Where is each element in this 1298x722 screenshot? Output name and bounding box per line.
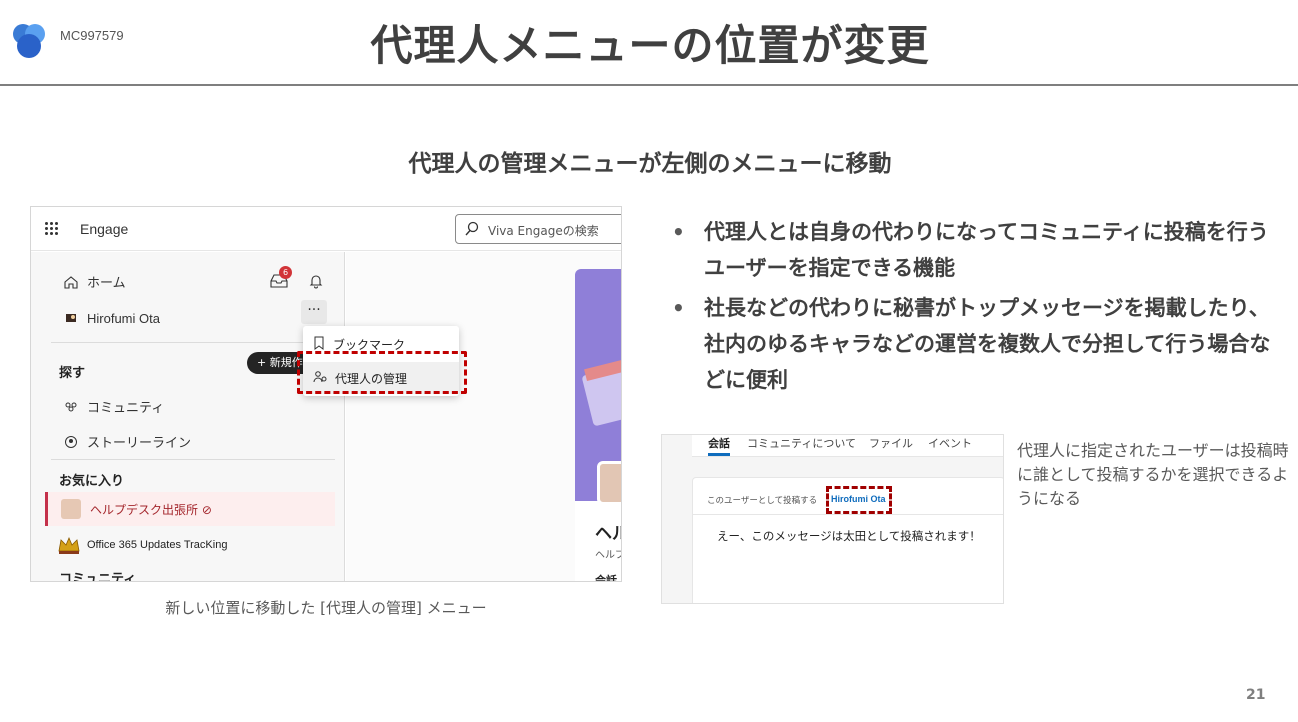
nav-home-label: ホーム	[87, 276, 126, 291]
post-message[interactable]: えー、このメッセージは太田として投稿されます！	[717, 528, 981, 544]
message-center-id: MC997579	[60, 28, 124, 43]
right-caption: 代理人に指定されたユーザーは投稿時に誰として投稿するかを選択できるようになる	[1017, 441, 1289, 508]
left-navigation: ホーム 6 Hirofumi Ota ··· 探す + 新規作 コミュニティ ス…	[31, 252, 347, 582]
community-avatar	[61, 499, 81, 519]
menu-item-bookmarks-label: ブックマーク	[333, 337, 406, 352]
favorite-helpdesk[interactable]: ヘルプデスク出張所 ⊘	[45, 492, 335, 526]
left-caption: 新しい位置に移動した [代理人の管理] メニュー	[165, 599, 487, 617]
app-name[interactable]: Engage	[80, 221, 128, 237]
user-avatar-icon	[63, 310, 79, 326]
tab-about[interactable]: コミュニティについて	[747, 435, 856, 451]
search-placeholder: Viva Engageの検索	[488, 224, 599, 238]
post-as-highlight	[826, 486, 892, 514]
bullet-text: 社長などの代わりに秘書がトップメッセージを掲載したり、社内のゆるキャラなどの運営…	[704, 296, 1271, 392]
nav-storyline[interactable]: ストーリーライン	[63, 432, 191, 451]
bullet-text: 代理人とは自身の代わりになってコミュニティに投稿を行うユーザーを指定できる機能	[704, 220, 1269, 280]
slide-title: 代理人メニューの位置が変更	[370, 21, 930, 70]
bullet-list: • 代理人とは自身の代わりになってコミュニティに投稿を行うユーザーを指定できる機…	[668, 214, 1278, 402]
card-tab[interactable]: 会話	[595, 572, 617, 581]
card-avatar	[597, 461, 621, 505]
bell-icon[interactable]	[308, 273, 324, 293]
notification-badge: 6	[279, 266, 292, 279]
nav-communities-label: コミュニティ	[87, 401, 165, 416]
engage-screenshot: Engage Viva Engageの検索 ホーム 6 Hirofumi Ota	[30, 206, 622, 582]
nav-user[interactable]: Hirofumi Ota	[63, 310, 160, 326]
bullet-item: • 代理人とは自身の代わりになってコミュニティに投稿を行うユーザーを指定できる機…	[668, 214, 1278, 286]
search-input[interactable]: Viva Engageの検索	[455, 214, 621, 244]
nav-divider	[51, 342, 335, 343]
nav-communities[interactable]: コミュニティ	[63, 397, 164, 416]
card-title: ヘル	[595, 524, 621, 544]
bookmark-icon	[313, 336, 325, 353]
community-tabs: 会話 コミュニティについて ファイル イベント	[692, 435, 1003, 457]
bullet-dot: •	[672, 220, 685, 244]
tab-files[interactable]: ファイル	[869, 435, 913, 451]
explore-heading: 探す	[59, 366, 86, 381]
engage-header: Engage Viva Engageの検索	[31, 207, 621, 251]
card-subtitle: ヘルプ	[595, 550, 622, 561]
community-card[interactable]: ヘル ヘルプ 会話	[575, 269, 622, 581]
bullet-item: • 社長などの代わりに秘書がトップメッセージを掲載したり、社内のゆるキャラなどの…	[668, 290, 1278, 398]
delegate-menu-highlight	[297, 351, 467, 394]
app-launcher-icon[interactable]	[45, 222, 59, 236]
composer-divider	[693, 514, 1003, 515]
community-heading: コミュニティ	[59, 572, 137, 582]
user-name: Hirofumi Ota	[87, 310, 160, 326]
tab-events[interactable]: イベント	[928, 435, 972, 451]
search-icon	[464, 221, 480, 241]
tab-conversations[interactable]: 会話	[708, 435, 730, 451]
title-divider	[0, 84, 1298, 86]
more-options-button[interactable]: ···	[301, 300, 327, 324]
page-number: 21	[1246, 687, 1266, 703]
post-screenshot: 会話 コミュニティについて ファイル イベント このユーザーとして投稿する Hi…	[661, 434, 1004, 604]
inbox-icon[interactable]: 6	[269, 266, 292, 290]
viva-engage-logo-icon	[10, 22, 48, 60]
main-content: ヘル ヘルプ 会話	[346, 252, 622, 581]
bullet-dot: •	[672, 296, 685, 320]
active-tab-indicator	[708, 453, 730, 456]
favorite-o365-label[interactable]: Office 365 Updates TracKing	[87, 539, 227, 551]
favorite-helpdesk-label: ヘルプデスク出張所 ⊘	[90, 503, 212, 517]
favorites-heading: お気に入り	[59, 474, 125, 489]
crown-icon	[57, 535, 81, 555]
nav-divider	[51, 459, 335, 460]
slide-subtitle: 代理人の管理メニューが左側のメニューに移動	[408, 151, 892, 177]
post-as-label: このユーザーとして投稿する	[707, 496, 818, 506]
storyline-icon	[63, 434, 79, 450]
nav-home[interactable]: ホーム	[63, 272, 126, 291]
home-icon	[63, 274, 79, 290]
nav-storyline-label: ストーリーライン	[87, 436, 192, 451]
people-icon	[63, 399, 79, 415]
